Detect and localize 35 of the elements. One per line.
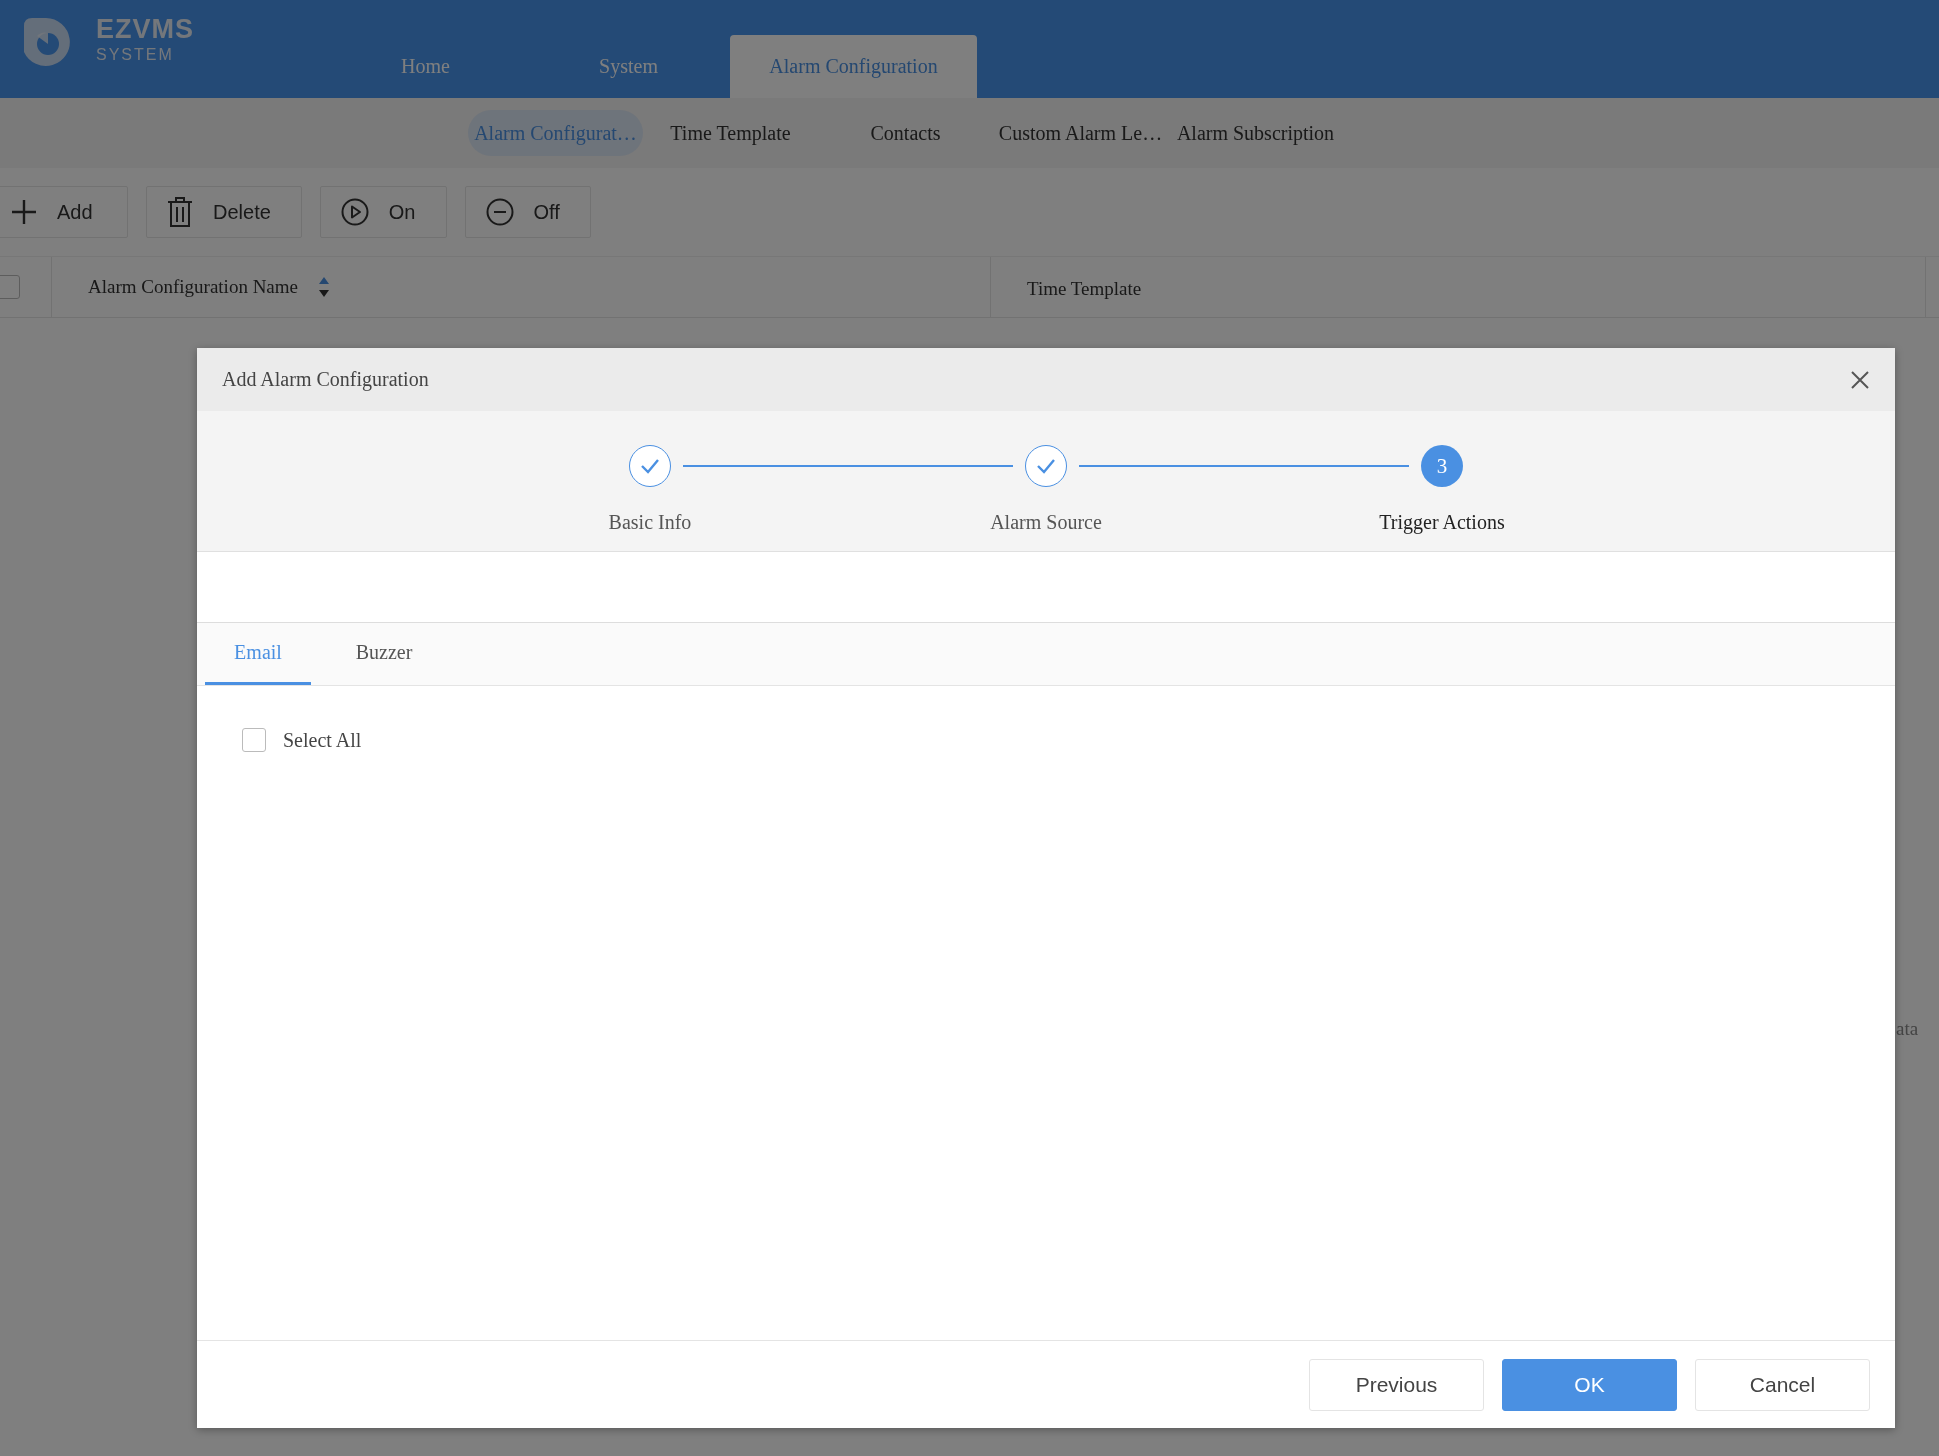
logo-name: EZVMS — [96, 14, 194, 44]
nav-tab[interactable]: Alarm Configuration — [730, 35, 977, 98]
nav-tab[interactable]: System — [527, 35, 730, 98]
empty-text: ata — [1896, 1018, 1919, 1040]
dialog-button[interactable]: Cancel — [1695, 1359, 1870, 1411]
subnav-tab[interactable]: Custom Alarm Le… — [993, 110, 1168, 156]
step-label: Trigger Actions — [1378, 511, 1506, 534]
nav-tab[interactable]: Home — [324, 35, 527, 98]
sort-icon[interactable] — [318, 276, 330, 298]
dialog-title: Add Alarm Configuration — [222, 368, 429, 391]
close-icon[interactable] — [1850, 369, 1870, 390]
checkbox[interactable] — [242, 728, 266, 752]
tab[interactable]: Buzzer — [331, 623, 437, 685]
trash-icon — [167, 197, 193, 227]
header-checkbox[interactable] — [0, 275, 20, 299]
step-label: Alarm Source — [989, 511, 1103, 534]
column-header: Time Template — [1027, 278, 1142, 300]
dialog-button[interactable]: OK — [1502, 1359, 1677, 1411]
dialog-button[interactable]: Previous — [1309, 1359, 1484, 1411]
checkbox-label: Select All — [283, 728, 362, 752]
subnav-tab[interactable]: Time Template — [643, 110, 818, 156]
plus-icon — [11, 199, 37, 225]
subnav-tab[interactable]: Alarm Subscription — [1168, 110, 1343, 156]
logo-subtitle: SYSTEM — [96, 45, 175, 65]
subnav-tab[interactable]: Contacts — [818, 110, 993, 156]
step-number: 3 — [1421, 445, 1463, 487]
toolbar-button[interactable]: Delete — [146, 186, 302, 238]
minus-circle-icon — [485, 198, 514, 226]
toolbar-button[interactable]: On — [319, 186, 447, 238]
play-icon — [340, 198, 369, 226]
toolbar-button[interactable]: Add — [0, 186, 128, 238]
step-label: Basic Info — [607, 511, 693, 534]
column-header: Alarm Configuration Name — [88, 276, 298, 298]
tab[interactable]: Email — [205, 623, 311, 685]
toolbar-button[interactable]: Off — [464, 186, 591, 238]
